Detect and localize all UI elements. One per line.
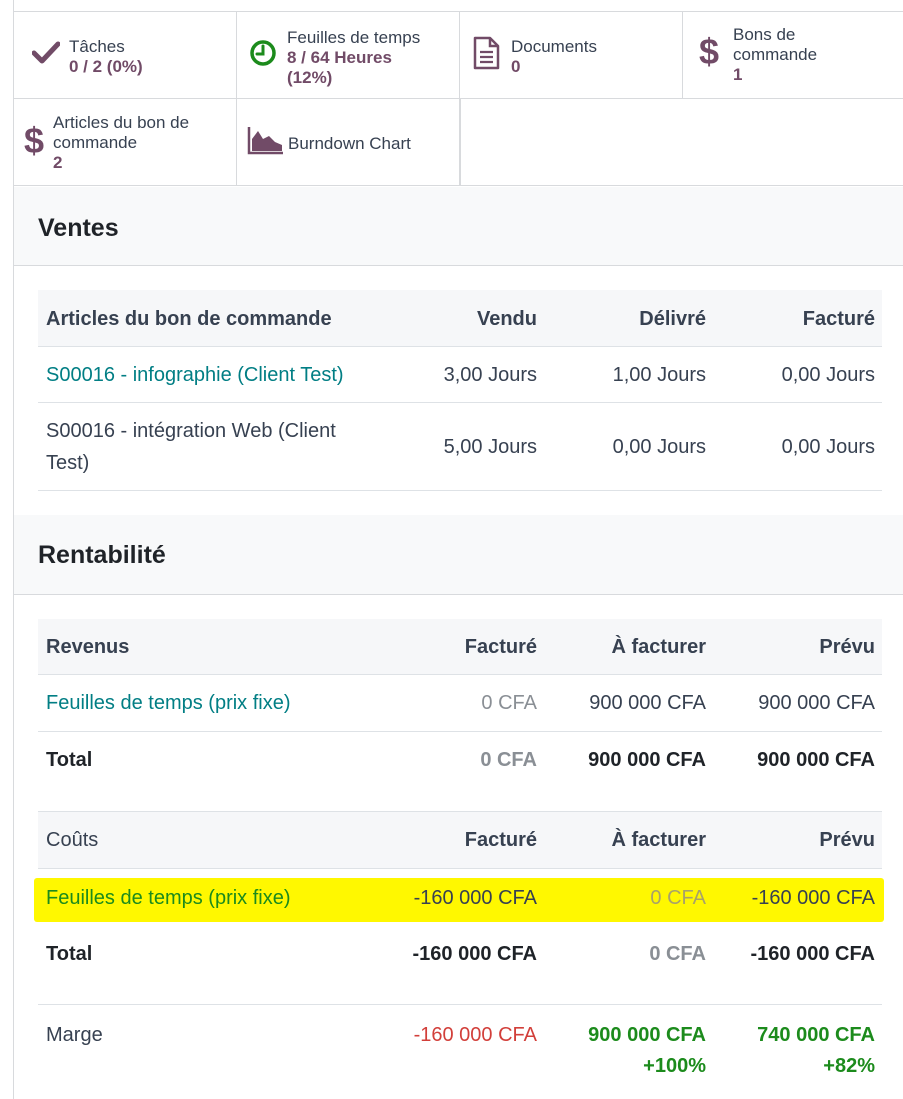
delivered-qty: 1,00 Jours (612, 364, 706, 386)
margin-to-invoice-percent: +100% (643, 1055, 706, 1077)
revenue-invoiced: 0 CFA (481, 692, 537, 714)
revenue-line-link[interactable]: Feuilles de temps (prix fixe) (46, 687, 291, 719)
document-icon (473, 36, 500, 70)
purchase-orders-label-1: Bons de (733, 25, 796, 44)
col-header-invoiced: Facturé (802, 308, 875, 330)
dollar-icon: $ (699, 31, 720, 72)
delivered-qty: 0,00 Jours (612, 436, 706, 458)
stat-button-po-lines[interactable]: $ Articles du bon de commande 2 (14, 99, 237, 186)
sales-line-name-2: Test) (46, 452, 90, 474)
timesheets-percent: (12%) (287, 68, 333, 87)
profitability-title: Rentabilité (38, 541, 166, 569)
burndown-label: Burndown Chart (288, 134, 411, 153)
timesheets-value: 8 / 64 Heures (287, 48, 392, 67)
purchase-orders-label-2: commande (733, 45, 818, 64)
documents-value: 0 (511, 57, 521, 76)
table-row[interactable]: Feuilles de temps (prix fixe) 0 CFA 900 … (38, 675, 882, 732)
tasks-label: Tâches (69, 37, 125, 56)
po-lines-label-1: Articles du bon de (53, 113, 190, 132)
cost-expected: -160 000 CFA (751, 887, 875, 909)
col-header-expected: Prévu (819, 829, 875, 851)
total-expected: -160 000 CFA (750, 943, 875, 965)
costs-header: Coûts Facturé À facturer Prévu (38, 812, 882, 869)
sold-qty: 5,00 Jours (443, 436, 537, 458)
sales-section-header: Ventes (14, 187, 903, 266)
check-icon (32, 41, 60, 64)
col-header-invoiced: Facturé (464, 829, 537, 851)
total-expected: 900 000 CFA (757, 749, 875, 771)
stat-button-documents[interactable]: Documents 0 (460, 12, 683, 99)
sales-table-header: Articles du bon de commande Vendu Délivr… (38, 290, 882, 347)
col-header-invoiced: Facturé (464, 636, 537, 658)
margin-expected: 740 000 CFA (757, 1024, 875, 1046)
col-header-products: Articles du bon de commande (46, 308, 332, 330)
total-to-invoice: 0 CFA (649, 943, 706, 965)
stat-empty (460, 99, 903, 186)
cost-line-link[interactable]: Feuilles de temps (prix fixe) (46, 882, 291, 914)
total-invoiced: 0 CFA (480, 749, 537, 771)
po-lines-label-2: commande (53, 133, 138, 152)
total-label: Total (46, 749, 93, 771)
table-row[interactable]: Feuilles de temps (prix fixe) -160 000 C… (38, 869, 882, 925)
stat-button-burndown[interactable]: Burndown Chart (237, 99, 460, 186)
margin-row: Marge -160 000 CFA 900 000 CFA +100% 740… (38, 1005, 882, 1099)
sales-title: Ventes (38, 214, 119, 242)
margin-label: Marge (46, 1024, 103, 1046)
stat-button-purchase-orders[interactable]: $ Bons de commande 1 (683, 12, 903, 99)
table-row[interactable]: S00016 - infographie (Client Test) 3,00 … (38, 347, 882, 403)
cost-to-invoice: 0 CFA (650, 887, 706, 909)
total-to-invoice: 900 000 CFA (588, 749, 706, 771)
sales-line-name-1: S00016 - intégration Web (Client (46, 420, 336, 442)
total-invoiced: -160 000 CFA (412, 943, 537, 965)
revenue-expected: 900 000 CFA (758, 692, 875, 714)
dollar-icon: $ (24, 120, 45, 161)
po-lines-value: 2 (53, 153, 63, 172)
col-header-to-invoice: À facturer (611, 829, 706, 851)
sold-qty: 3,00 Jours (443, 364, 537, 386)
stat-button-timesheets[interactable]: Feuilles de temps 8 / 64 Heures (12%) (237, 12, 460, 99)
timesheets-label: Feuilles de temps (287, 28, 421, 47)
margin-to-invoice: 900 000 CFA (588, 1024, 706, 1046)
cost-invoiced: -160 000 CFA (413, 887, 537, 909)
col-header-sold: Vendu (476, 308, 537, 330)
clock-icon (250, 40, 276, 66)
margin-invoiced: -160 000 CFA (413, 1024, 537, 1046)
revenues-total-row: Total 0 CFA 900 000 CFA 900 000 CFA (38, 732, 882, 812)
col-header-revenues: Revenus (46, 636, 130, 658)
purchase-orders-value: 1 (733, 65, 743, 84)
costs-total-row: Total -160 000 CFA 0 CFA -160 000 CFA (38, 925, 882, 1005)
profitability-section-header: Rentabilité (14, 515, 903, 595)
col-header-to-invoice: À facturer (611, 636, 706, 658)
sales-line-link[interactable]: S00016 - infographie (Client Test) (46, 359, 344, 391)
documents-label: Documents (511, 37, 597, 56)
col-header-expected: Prévu (819, 636, 875, 658)
area-chart-icon (247, 127, 283, 155)
revenue-to-invoice: 900 000 CFA (589, 692, 706, 714)
table-row: S00016 - intégration Web (Client Test) 5… (38, 403, 882, 491)
invoiced-qty: 0,00 Jours (781, 436, 875, 458)
invoiced-qty: 0,00 Jours (781, 364, 875, 386)
col-header-costs: Coûts (46, 829, 99, 851)
tasks-value: 0 / 2 (0%) (69, 57, 143, 76)
margin-expected-percent: +82% (823, 1055, 875, 1077)
revenues-header: Revenus Facturé À facturer Prévu (38, 619, 882, 675)
stat-button-tasks[interactable]: Tâches 0 / 2 (0%) (14, 12, 237, 99)
total-label: Total (46, 943, 93, 965)
col-header-delivered: Délivré (639, 308, 706, 330)
